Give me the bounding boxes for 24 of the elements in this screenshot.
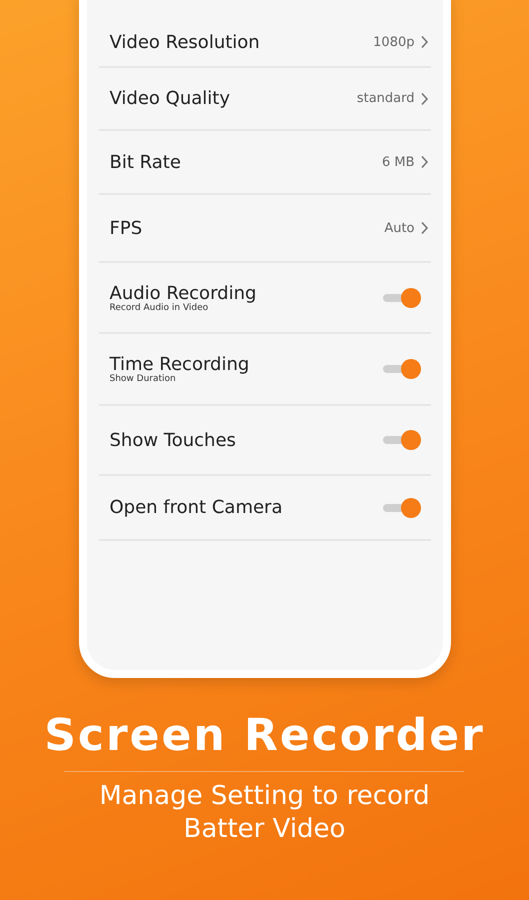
setting-value: standard xyxy=(356,91,414,106)
setting-label: Open front Camera xyxy=(110,497,284,518)
toggle-switch[interactable] xyxy=(382,430,420,450)
toggle-switch[interactable] xyxy=(382,288,420,308)
toggle-switch[interactable] xyxy=(382,359,420,379)
toggle-switch[interactable] xyxy=(382,498,420,518)
setting-label: Audio Recording xyxy=(110,282,258,304)
setting-label: Video Quality xyxy=(110,88,231,109)
setting-label: Bit Rate xyxy=(110,152,182,172)
chevron-right-icon[interactable] xyxy=(420,92,428,106)
setting-label: Show Touches xyxy=(110,430,237,450)
setting-label: Video Resolution xyxy=(110,32,261,52)
setting-label: FPS xyxy=(110,218,144,238)
setting-label: Time Recording xyxy=(110,354,250,375)
setting-value: 6 MB xyxy=(382,154,414,170)
chevron-right-icon[interactable] xyxy=(420,155,428,169)
chevron-right-icon[interactable] xyxy=(420,221,428,235)
promo-subtitle: Manage Setting to record Batter Video xyxy=(98,780,431,845)
setting-description: Show Duration xyxy=(110,374,177,384)
chevron-right-icon[interactable] xyxy=(420,35,428,49)
setting-description: Record Audio in Video xyxy=(110,302,208,312)
setting-value: 1080p xyxy=(373,34,414,50)
promo-title: Screen Recorder xyxy=(44,710,485,761)
setting-value: Auto xyxy=(384,220,414,236)
